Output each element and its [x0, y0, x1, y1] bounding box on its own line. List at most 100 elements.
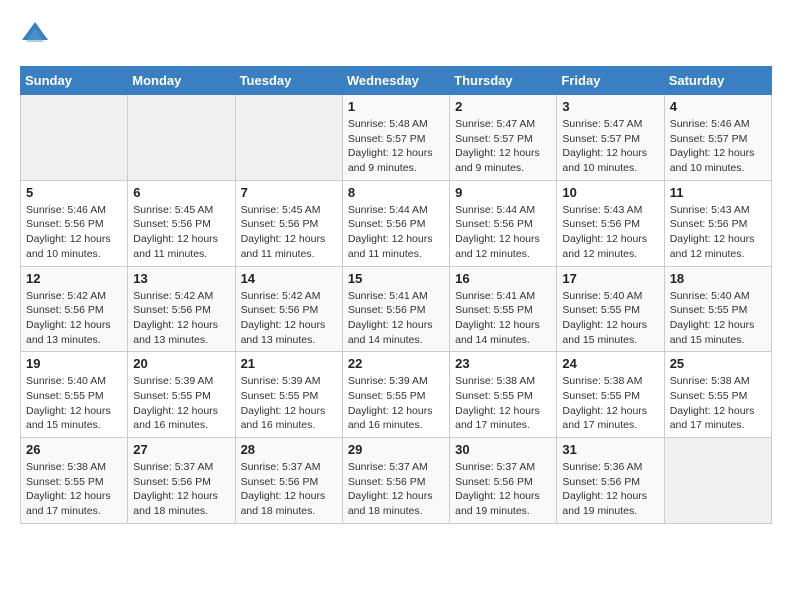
calendar-cell: 27Sunrise: 5:37 AM Sunset: 5:56 PM Dayli…	[128, 438, 235, 524]
day-number: 6	[133, 185, 229, 200]
day-info: Sunrise: 5:47 AM Sunset: 5:57 PM Dayligh…	[562, 117, 658, 176]
calendar-cell	[128, 95, 235, 181]
day-number: 3	[562, 99, 658, 114]
calendar-header-row: SundayMondayTuesdayWednesdayThursdayFrid…	[21, 67, 772, 95]
calendar-cell: 30 Sunrise: 5:37 AM Sunset: 5:56 PM Dayli…	[450, 438, 557, 524]
calendar-cell: 24Sunrise: 5:38 AM Sunset: 5:55 PM Dayli…	[557, 352, 664, 438]
calendar-cell: 8 Sunrise: 5:44 AM Sunset: 5:56 PM Daylig…	[342, 180, 449, 266]
day-info: Sunrise: 5:44 AM Sunset: 5:56 PM Dayligh…	[348, 203, 444, 262]
day-number: 7	[241, 185, 337, 200]
calendar-cell	[21, 95, 128, 181]
day-info: Sunrise: 5:44 AM Sunset: 5:56 PM Dayligh…	[455, 203, 551, 262]
calendar-cell: 12 Sunrise: 5:42 AM Sunset: 5:56 PM Dayli…	[21, 266, 128, 352]
day-number: 19	[26, 356, 122, 371]
day-number: 1	[348, 99, 444, 114]
calendar-cell: 23 Sunrise: 5:38 AM Sunset: 5:55 PM Dayli…	[450, 352, 557, 438]
calendar-cell: 6 Sunrise: 5:45 AM Sunset: 5:56 PM Daylig…	[128, 180, 235, 266]
day-info: Sunrise: 5:45 AM Sunset: 5:56 PM Dayligh…	[241, 203, 337, 262]
day-number: 4	[670, 99, 766, 114]
day-info: Sunrise: 5:38 AM Sunset: 5:55 PM Dayligh…	[455, 374, 551, 433]
header-friday: Friday	[557, 67, 664, 95]
day-info: Sunrise: 5:39 AM Sunset: 5:55 PM Dayligh…	[241, 374, 337, 433]
day-info: Sunrise: 5:42 AM Sunset: 5:56 PM Dayligh…	[26, 289, 122, 348]
day-number: 14	[241, 271, 337, 286]
calendar-cell: 11 Sunrise: 5:43 AM Sunset: 5:56 PM Dayli…	[664, 180, 771, 266]
day-info: Sunrise: 5:42 AM Sunset: 5:56 PM Dayligh…	[241, 289, 337, 348]
day-number: 27	[133, 442, 229, 457]
calendar-week-row: 12 Sunrise: 5:42 AM Sunset: 5:56 PM Dayli…	[21, 266, 772, 352]
day-info: Sunrise: 5:37 AM Sunset: 5:56 PM Dayligh…	[241, 460, 337, 519]
calendar-cell: 25Sunrise: 5:38 AM Sunset: 5:55 PM Dayli…	[664, 352, 771, 438]
day-number: 8	[348, 185, 444, 200]
day-number: 10	[562, 185, 658, 200]
calendar-cell: 3 Sunrise: 5:47 AM Sunset: 5:57 PM Daylig…	[557, 95, 664, 181]
day-number: 11	[670, 185, 766, 200]
day-info: Sunrise: 5:46 AM Sunset: 5:56 PM Dayligh…	[26, 203, 122, 262]
calendar-cell	[664, 438, 771, 524]
day-number: 22	[348, 356, 444, 371]
day-info: Sunrise: 5:43 AM Sunset: 5:56 PM Dayligh…	[562, 203, 658, 262]
calendar-cell: 10 Sunrise: 5:43 AM Sunset: 5:56 PM Dayli…	[557, 180, 664, 266]
header-sunday: Sunday	[21, 67, 128, 95]
day-info: Sunrise: 5:37 AM Sunset: 5:56 PM Dayligh…	[348, 460, 444, 519]
calendar-cell: 21 Sunrise: 5:39 AM Sunset: 5:55 PM Dayli…	[235, 352, 342, 438]
calendar-week-row: 1 Sunrise: 5:48 AM Sunset: 5:57 PM Daylig…	[21, 95, 772, 181]
calendar-week-row: 19 Sunrise: 5:40 AM Sunset: 5:55 PM Dayli…	[21, 352, 772, 438]
calendar-cell: 22 Sunrise: 5:39 AM Sunset: 5:55 PM Dayli…	[342, 352, 449, 438]
day-info: Sunrise: 5:48 AM Sunset: 5:57 PM Dayligh…	[348, 117, 444, 176]
calendar-cell: 9 Sunrise: 5:44 AM Sunset: 5:56 PM Daylig…	[450, 180, 557, 266]
calendar-cell: 31Sunrise: 5:36 AM Sunset: 5:56 PM Dayli…	[557, 438, 664, 524]
logo	[20, 20, 54, 50]
day-info: Sunrise: 5:41 AM Sunset: 5:55 PM Dayligh…	[455, 289, 551, 348]
logo-icon	[20, 20, 50, 50]
day-number: 16	[455, 271, 551, 286]
day-info: Sunrise: 5:40 AM Sunset: 5:55 PM Dayligh…	[562, 289, 658, 348]
calendar-cell	[235, 95, 342, 181]
calendar-week-row: 5 Sunrise: 5:46 AM Sunset: 5:56 PM Daylig…	[21, 180, 772, 266]
day-info: Sunrise: 5:37 AM Sunset: 5:56 PM Dayligh…	[455, 460, 551, 519]
calendar-cell: 18 Sunrise: 5:40 AM Sunset: 5:55 PM Dayli…	[664, 266, 771, 352]
day-number: 20	[133, 356, 229, 371]
day-info: Sunrise: 5:43 AM Sunset: 5:56 PM Dayligh…	[670, 203, 766, 262]
day-info: Sunrise: 5:41 AM Sunset: 5:56 PM Dayligh…	[348, 289, 444, 348]
calendar-table: SundayMondayTuesdayWednesdayThursdayFrid…	[20, 66, 772, 524]
day-number: 29	[348, 442, 444, 457]
calendar-cell: 17Sunrise: 5:40 AM Sunset: 5:55 PM Dayli…	[557, 266, 664, 352]
calendar-cell: 5 Sunrise: 5:46 AM Sunset: 5:56 PM Daylig…	[21, 180, 128, 266]
day-number: 30	[455, 442, 551, 457]
calendar-cell: 4 Sunrise: 5:46 AM Sunset: 5:57 PM Daylig…	[664, 95, 771, 181]
day-number: 15	[348, 271, 444, 286]
day-number: 2	[455, 99, 551, 114]
calendar-cell: 19 Sunrise: 5:40 AM Sunset: 5:55 PM Dayli…	[21, 352, 128, 438]
calendar-cell: 13Sunrise: 5:42 AM Sunset: 5:56 PM Dayli…	[128, 266, 235, 352]
day-number: 28	[241, 442, 337, 457]
day-number: 12	[26, 271, 122, 286]
day-info: Sunrise: 5:39 AM Sunset: 5:55 PM Dayligh…	[133, 374, 229, 433]
day-info: Sunrise: 5:38 AM Sunset: 5:55 PM Dayligh…	[562, 374, 658, 433]
page-header	[20, 20, 772, 50]
day-number: 21	[241, 356, 337, 371]
day-number: 26	[26, 442, 122, 457]
calendar-cell: 15 Sunrise: 5:41 AM Sunset: 5:56 PM Dayli…	[342, 266, 449, 352]
day-info: Sunrise: 5:38 AM Sunset: 5:55 PM Dayligh…	[26, 460, 122, 519]
day-info: Sunrise: 5:40 AM Sunset: 5:55 PM Dayligh…	[670, 289, 766, 348]
day-number: 23	[455, 356, 551, 371]
calendar-cell: 1 Sunrise: 5:48 AM Sunset: 5:57 PM Daylig…	[342, 95, 449, 181]
day-number: 9	[455, 185, 551, 200]
calendar-cell: 14 Sunrise: 5:42 AM Sunset: 5:56 PM Dayli…	[235, 266, 342, 352]
day-info: Sunrise: 5:45 AM Sunset: 5:56 PM Dayligh…	[133, 203, 229, 262]
day-info: Sunrise: 5:40 AM Sunset: 5:55 PM Dayligh…	[26, 374, 122, 433]
day-info: Sunrise: 5:38 AM Sunset: 5:55 PM Dayligh…	[670, 374, 766, 433]
day-info: Sunrise: 5:47 AM Sunset: 5:57 PM Dayligh…	[455, 117, 551, 176]
day-number: 31	[562, 442, 658, 457]
day-info: Sunrise: 5:39 AM Sunset: 5:55 PM Dayligh…	[348, 374, 444, 433]
day-number: 5	[26, 185, 122, 200]
calendar-cell: 28 Sunrise: 5:37 AM Sunset: 5:56 PM Dayli…	[235, 438, 342, 524]
calendar-cell: 2 Sunrise: 5:47 AM Sunset: 5:57 PM Daylig…	[450, 95, 557, 181]
calendar-cell: 26 Sunrise: 5:38 AM Sunset: 5:55 PM Dayli…	[21, 438, 128, 524]
day-info: Sunrise: 5:46 AM Sunset: 5:57 PM Dayligh…	[670, 117, 766, 176]
calendar-cell: 29 Sunrise: 5:37 AM Sunset: 5:56 PM Dayli…	[342, 438, 449, 524]
day-number: 13	[133, 271, 229, 286]
header-monday: Monday	[128, 67, 235, 95]
day-number: 18	[670, 271, 766, 286]
